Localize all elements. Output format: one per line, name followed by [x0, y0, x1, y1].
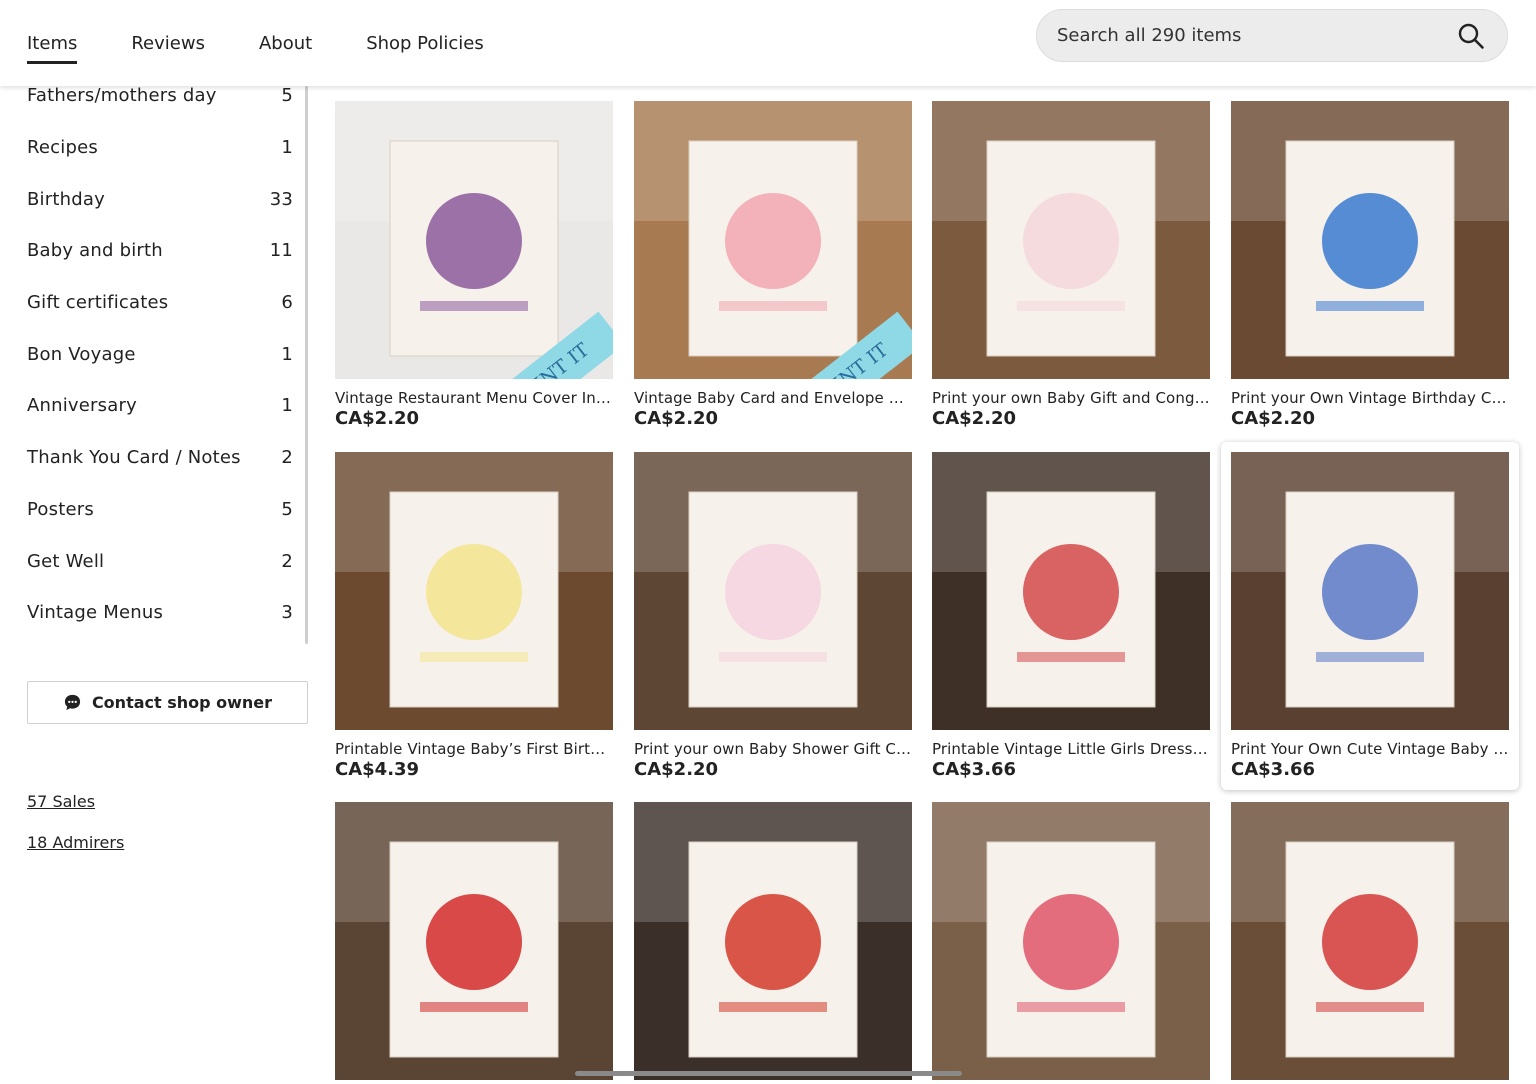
category-count: 3: [281, 602, 293, 624]
listing-price: CA$4.39: [335, 759, 420, 780]
search-icon[interactable]: [1457, 22, 1485, 50]
tab-reviews[interactable]: Reviews: [131, 0, 205, 86]
listing-title[interactable]: Print Your Own Cute Vintage Baby Re...: [1231, 740, 1509, 758]
category-label: Birthday: [27, 188, 105, 210]
category-label: Bon Voyage: [27, 343, 136, 365]
horizontal-scrollbar[interactable]: [575, 1071, 962, 1076]
category-label: Vintage Menus: [27, 602, 164, 624]
chat-bubble-icon: [64, 694, 81, 711]
tab-items[interactable]: Items: [27, 0, 78, 86]
shop-tabs: Items Reviews About Shop Policies: [27, 0, 538, 86]
listing-image[interactable]: [932, 101, 1210, 379]
listing-title[interactable]: Vintage Restaurant Menu Cover Insta...: [335, 389, 613, 407]
shop-search-box: [1036, 9, 1508, 62]
listing-image[interactable]: [1231, 101, 1509, 379]
listing-title[interactable]: Vintage Baby Card and Envelope Digi...: [634, 389, 912, 407]
category-label: Thank You Card / Notes: [27, 447, 241, 469]
sidebar-category-item[interactable]: Posters 5: [27, 484, 293, 536]
sidebar-category-item[interactable]: Bon Voyage 1: [27, 328, 293, 380]
category-count: 1: [281, 137, 293, 159]
listing-title[interactable]: Print your own Baby Gift and Congrat...: [932, 389, 1210, 407]
category-label: Baby and birth: [27, 240, 163, 262]
category-count: 1: [281, 343, 293, 365]
listing-card[interactable]: Printable Vintage Baby’s First Birthda..…: [335, 452, 613, 780]
category-label: Gift certificates: [27, 292, 169, 314]
listing-price: CA$2.20: [335, 408, 420, 429]
tab-about[interactable]: About: [259, 0, 312, 86]
listing-image[interactable]: [932, 802, 1210, 1080]
listing-image[interactable]: RETRO PRINT IT: [335, 101, 613, 379]
sidebar-category-item[interactable]: Anniversary 1: [27, 380, 293, 432]
category-count: 5: [281, 85, 293, 107]
listing-title[interactable]: Printable Vintage Baby’s First Birthda..…: [335, 740, 613, 758]
listing-price: CA$2.20: [634, 759, 719, 780]
listing-title[interactable]: Print your own Baby Shower Gift Car...: [634, 740, 912, 758]
listing-card[interactable]: RETRO PRINT IT Vintage Restaurant Menu Co…: [335, 101, 613, 429]
sidebar-category-item[interactable]: Gift certificates 6: [27, 277, 293, 329]
listing-card[interactable]: RETRO PRINT IT Vintage Baby Card and Enve…: [634, 101, 912, 429]
listing-price: CA$3.66: [932, 759, 1017, 780]
listing-image[interactable]: [1231, 452, 1509, 730]
shop-nav-bar: Items Reviews About Shop Policies: [0, 0, 1536, 86]
category-label: Posters: [27, 498, 94, 520]
listing-image[interactable]: RETRO PRINT IT: [634, 101, 912, 379]
listing-card[interactable]: Print your own Baby Gift and Congrat... C…: [932, 101, 1210, 429]
sidebar-scrollbar[interactable]: [305, 86, 308, 644]
admirers-link[interactable]: 18 Admirers: [27, 833, 124, 852]
listing-image[interactable]: [335, 802, 613, 1080]
category-count: 1: [281, 395, 293, 417]
listing-card[interactable]: [634, 802, 912, 1080]
listing-image[interactable]: [932, 452, 1210, 730]
sidebar-category-item[interactable]: Recipes 1: [27, 122, 293, 174]
contact-shop-owner-label: Contact shop owner: [91, 693, 273, 712]
category-list: Fathers/mothers day 5 Recipes 1 Birthday 33 Ba…: [27, 70, 293, 639]
category-count: 5: [281, 498, 293, 520]
listing-card[interactable]: Print your Own Vintage Birthday Car... CA…: [1231, 101, 1509, 429]
listing-price: CA$3.66: [1231, 759, 1316, 780]
sales-link[interactable]: 57 Sales: [27, 792, 95, 811]
category-label: Fathers/mothers day: [27, 85, 217, 107]
contact-shop-owner-button[interactable]: Contact shop owner: [27, 681, 308, 724]
listing-image[interactable]: [1231, 802, 1509, 1080]
listing-card[interactable]: Printable Vintage Little Girls Dressed .…: [932, 452, 1210, 780]
sidebar-category-item[interactable]: Baby and birth 11: [27, 225, 293, 277]
category-count: 33: [269, 188, 293, 210]
listing-price: CA$2.20: [932, 408, 1017, 429]
category-count: 11: [269, 240, 293, 262]
category-count: 2: [281, 447, 293, 469]
listing-card[interactable]: Print Your Own Cute Vintage Baby Re... CA…: [1231, 452, 1509, 780]
category-count: 2: [281, 550, 293, 572]
listing-card[interactable]: Print your own Baby Shower Gift Car... CA…: [634, 452, 912, 780]
search-input[interactable]: [1057, 10, 1457, 61]
listing-card[interactable]: [932, 802, 1210, 1080]
tab-shop-policies[interactable]: Shop Policies: [366, 0, 484, 86]
listing-card[interactable]: [335, 802, 613, 1080]
listing-image[interactable]: [335, 452, 613, 730]
category-count: 6: [281, 292, 293, 314]
category-label: Anniversary: [27, 395, 137, 417]
category-label: Get Well: [27, 550, 105, 572]
sidebar-category-item[interactable]: Get Well 2: [27, 535, 293, 587]
sidebar-category-item[interactable]: Thank You Card / Notes 2: [27, 432, 293, 484]
category-label: Recipes: [27, 137, 98, 159]
sidebar-category-item[interactable]: Vintage Menus 3: [27, 587, 293, 639]
listing-title[interactable]: Print your Own Vintage Birthday Car...: [1231, 389, 1509, 407]
listing-card[interactable]: [1231, 802, 1509, 1080]
listing-price: CA$2.20: [1231, 408, 1316, 429]
listing-image[interactable]: [634, 452, 912, 730]
sidebar-category-item[interactable]: Birthday 33: [27, 173, 293, 225]
listing-image[interactable]: [634, 802, 912, 1080]
listing-title[interactable]: Printable Vintage Little Girls Dressed .…: [932, 740, 1210, 758]
listing-price: CA$2.20: [634, 408, 719, 429]
